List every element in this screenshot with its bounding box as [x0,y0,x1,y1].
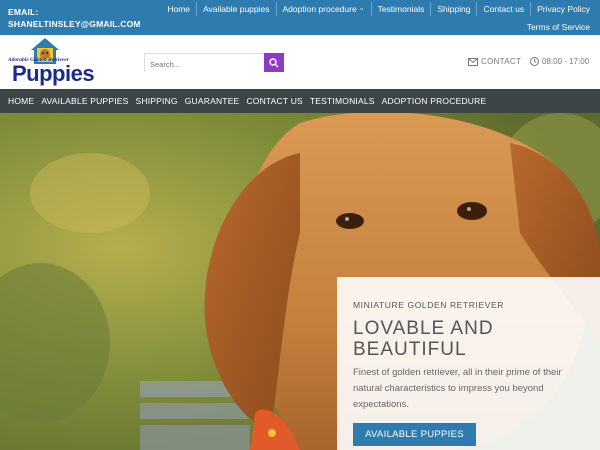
email-info: EMAIL: SHANELTINSLEY@GMAIL.COM [8,6,141,30]
chevron-down-icon: ⌄ [358,5,365,12]
hours-label: 08:00 - 17:00 [542,57,590,66]
topnav-terms[interactable]: Terms of Service [521,20,596,34]
nav-shipping[interactable]: SHIPPING [136,96,178,106]
nav-adoption-procedure[interactable]: ADOPTION PROCEDURE [382,96,487,106]
header-hours: 08:00 - 17:00 [530,57,589,66]
hero-eyebrow: MINIATURE GOLDEN RETRIEVER [353,300,504,310]
topnav-shipping[interactable]: Shipping [430,2,476,16]
search-button[interactable] [264,53,284,72]
topnav-adoption-procedure[interactable]: Adoption procedure ⌄ [275,2,371,16]
header: Adorable Golden Retriever Puppies CONTAC… [0,35,600,89]
logo[interactable]: Adorable Golden Retriever Puppies [8,37,108,87]
email-label: EMAIL: [8,7,39,17]
contact-label: CONTACT [481,57,522,66]
search-input[interactable] [145,56,265,73]
main-nav: HOME AVAILABLE PUPPIES SHIPPING GUARANTE… [0,89,600,113]
topnav-home[interactable]: Home [161,2,196,16]
clock-icon [530,57,539,66]
nav-guarantee[interactable]: GUARANTEE [185,96,240,106]
logo-brand: Puppies [12,61,95,86]
topnav-available-puppies[interactable]: Available puppies [196,2,275,16]
hero-headline: LOVABLE AND BEAUTIFUL [353,318,494,360]
email-address[interactable]: SHANELTINSLEY@GMAIL.COM [8,18,141,30]
nav-available-puppies[interactable]: AVAILABLE PUPPIES [41,96,128,106]
topnav-privacy-policy[interactable]: Privacy Policy [530,2,596,16]
nav-testimonials[interactable]: TESTIMONIALS [310,96,375,106]
search-box [144,53,284,73]
nav-home[interactable]: HOME [8,96,34,106]
top-nav: Home Available puppies Adoption procedur… [146,2,596,32]
search-icon [269,57,279,67]
nav-contact-us[interactable]: CONTACT US [246,96,302,106]
hero-banner: MINIATURE GOLDEN RETRIEVER LOVABLE AND B… [0,113,600,450]
envelope-icon [468,57,478,66]
top-bar: EMAIL: SHANELTINSLEY@GMAIL.COM Home Avai… [0,0,600,35]
hero-description: Finest of golden retriever, all in their… [353,367,562,410]
topnav-contact-us[interactable]: Contact us [476,2,530,16]
hero-card: MINIATURE GOLDEN RETRIEVER LOVABLE AND B… [337,277,600,450]
topnav-adoption-label: Adoption procedure [282,4,357,14]
available-puppies-button[interactable]: AVAILABLE PUPPIES [353,423,476,446]
topnav-testimonials[interactable]: Testimonials [370,2,431,16]
header-contact-link[interactable]: CONTACT [468,57,521,66]
